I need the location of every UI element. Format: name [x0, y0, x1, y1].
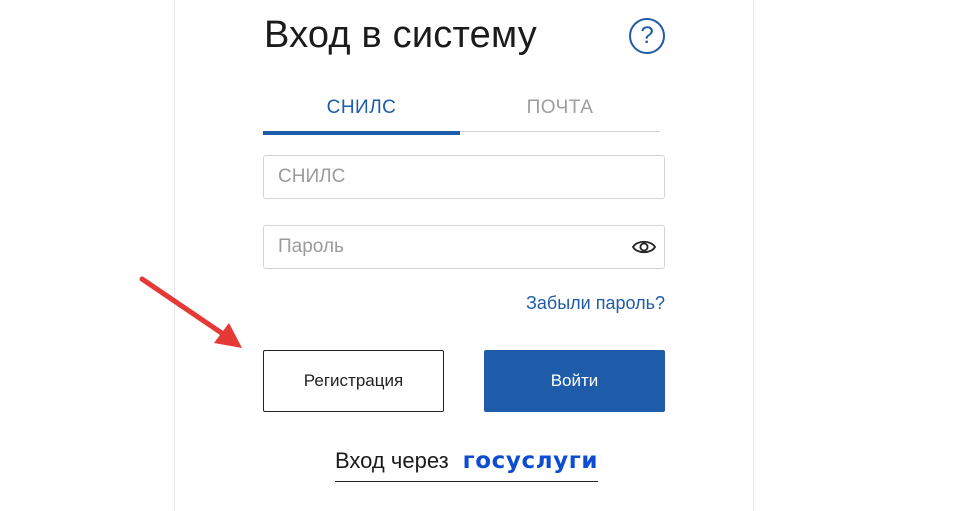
forgot-password-link[interactable]: Забыли пароль? [526, 293, 665, 314]
gosuslugi-logo: госуслуги [462, 448, 599, 474]
register-button[interactable]: Регистрация [263, 350, 444, 412]
password-input[interactable] [264, 226, 664, 268]
login-method-tabs: СНИЛС ПОЧТА [263, 92, 660, 136]
question-circle-icon[interactable]: ? [629, 18, 665, 54]
snils-input[interactable] [264, 156, 664, 198]
active-tab-indicator [263, 131, 460, 135]
page: Вход в систему ? СНИЛС ПОЧТА Забыли паро… [0, 0, 971, 511]
page-title: Вход в систему [264, 14, 537, 56]
tab-mail[interactable]: ПОЧТА [460, 92, 660, 132]
gosuslugi-login-link[interactable]: Вход через госуслуги [335, 448, 599, 482]
snils-field [263, 155, 665, 199]
tab-snils[interactable]: СНИЛС [263, 92, 460, 132]
eye-icon[interactable] [632, 238, 656, 256]
password-field [263, 225, 665, 269]
login-button[interactable]: Войти [484, 350, 665, 412]
gosuslugi-prefix: Вход через [335, 448, 449, 473]
